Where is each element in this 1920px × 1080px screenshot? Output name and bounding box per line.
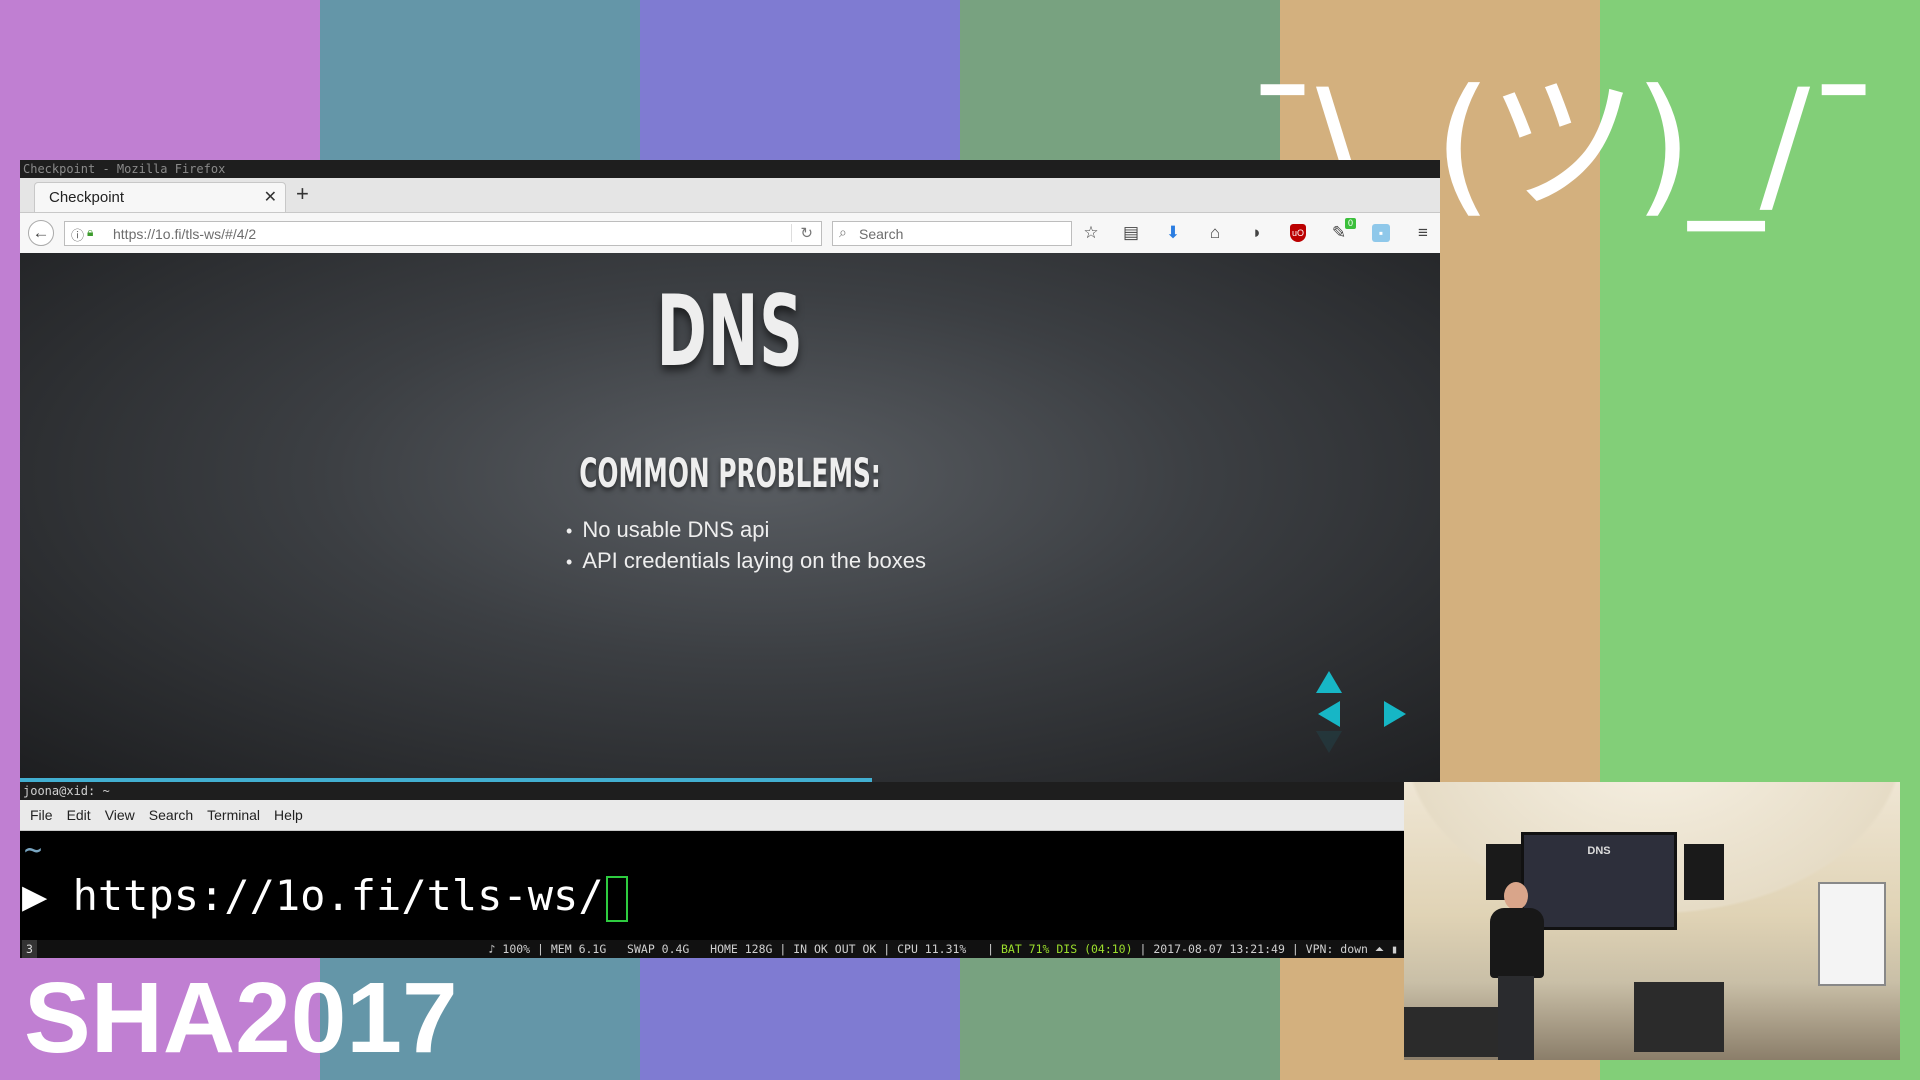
info-icon[interactable]: ⓘ xyxy=(71,225,84,244)
url-bar[interactable]: ⓘ 🔒︎ https://1o.fi/tls-ws/#/4/2 ↻ xyxy=(64,221,822,246)
menu-file[interactable]: File xyxy=(30,807,53,823)
status-datetime: 2017-08-07 13:21:49 xyxy=(1153,942,1285,956)
system-statusbar: 3 ♪ 100% | MEM 6.1G SWAP 0.4G HOME 128G … xyxy=(20,940,1404,958)
status-items: ♪ 100% | MEM 6.1G SWAP 0.4G HOME 128G | … xyxy=(488,942,1398,956)
close-tab-icon[interactable]: ✕ xyxy=(264,187,277,207)
menu-edit[interactable]: Edit xyxy=(67,807,91,823)
presenter-legs xyxy=(1498,976,1534,1060)
command-line[interactable]: ▶ https://1o.fi/tls-ws/ xyxy=(22,871,628,922)
url-text[interactable]: https://1o.fi/tls-ws/#/4/2 xyxy=(113,226,256,242)
terminal-menubar: File Edit View Search Terminal Help xyxy=(20,800,1404,831)
workspace-indicator[interactable]: 3 xyxy=(22,940,37,958)
search-icon: ⌕ xyxy=(839,224,847,240)
navigate-up-icon[interactable] xyxy=(1316,671,1342,693)
slide-subtitle: COMMON PROBLEMS: xyxy=(579,451,881,497)
tab-bar: Checkpoint ✕ + xyxy=(20,178,1440,213)
navigation-toolbar: ← ⓘ 🔒︎ https://1o.fi/tls-ws/#/4/2 ↻ ⌕ Se… xyxy=(20,213,1440,254)
search-placeholder[interactable]: Search xyxy=(859,226,903,242)
screenshot-icon[interactable]: ▪ xyxy=(1372,224,1390,242)
flipchart xyxy=(1818,882,1886,986)
menu-icon[interactable]: ≡ xyxy=(1412,222,1434,244)
ublock-icon[interactable]: uO xyxy=(1290,224,1306,242)
tab-title: Checkpoint xyxy=(49,189,125,206)
projected-slide-title: DNS xyxy=(1587,845,1611,857)
command-text[interactable]: https://1o.fi/tls-ws/ xyxy=(73,871,604,920)
prompt-symbol: ▶ xyxy=(22,871,48,920)
status-home: HOME 128G xyxy=(710,942,773,956)
tab-checkpoint[interactable]: Checkpoint ✕ xyxy=(34,182,286,212)
home-icon[interactable]: ⌂ xyxy=(1204,222,1226,244)
text-cursor xyxy=(605,875,628,922)
slide-title: DNS xyxy=(656,275,804,389)
bullet-list: No usable DNS api API credentials laying… xyxy=(566,515,926,577)
presenter-shirt xyxy=(1490,908,1544,978)
status-cpu: CPU 11.31% xyxy=(897,942,967,956)
download-icon[interactable]: ⬇ xyxy=(1162,222,1184,244)
equipment-case xyxy=(1634,982,1724,1052)
status-battery: BAT 71% DIS (04:10) xyxy=(1000,942,1133,956)
bookmark-star-icon[interactable]: ☆ xyxy=(1080,222,1102,244)
current-directory: ~ xyxy=(24,833,43,868)
new-tab-button[interactable]: + xyxy=(296,182,309,206)
presenter-head xyxy=(1504,882,1528,910)
status-memory: MEM 6.1G xyxy=(550,942,607,956)
navigate-down-icon[interactable] xyxy=(1316,731,1342,753)
terminal-output[interactable]: ~ ▶ https://1o.fi/tls-ws/ xyxy=(20,831,1404,941)
menu-help[interactable]: Help xyxy=(274,807,303,823)
extension-badge: 0 xyxy=(1344,218,1356,229)
status-volume: ♪ 100% xyxy=(488,942,531,956)
search-bar[interactable]: ⌕ Search xyxy=(832,221,1072,246)
presenter xyxy=(1488,882,1548,1060)
menu-search[interactable]: Search xyxy=(149,807,193,823)
reload-icon[interactable]: ↻ xyxy=(791,224,813,242)
navigate-right-icon[interactable] xyxy=(1384,701,1406,727)
terminal-titlebar: joona@xid: ~ xyxy=(20,782,1404,800)
speaker-cabinet xyxy=(1684,844,1724,900)
status-network: IN OK OUT OK xyxy=(793,942,877,956)
bullet-item: No usable DNS api xyxy=(566,515,926,546)
signal-icon: ▮ xyxy=(1391,942,1398,956)
firefox-window: Checkpoint - Mozilla Firefox Checkpoint … xyxy=(20,160,1440,782)
network-icon: ⏶ xyxy=(1374,942,1385,956)
extension-icon[interactable]: ✎ 0 xyxy=(1328,218,1356,244)
navigate-left-icon[interactable] xyxy=(1318,701,1340,727)
menu-terminal[interactable]: Terminal xyxy=(207,807,260,823)
pocket-icon[interactable]: ◗ xyxy=(1246,222,1268,244)
terminal-window: joona@xid: ~ File Edit View Search Termi… xyxy=(20,782,1404,958)
reading-list-icon[interactable]: ▤ xyxy=(1120,222,1142,244)
webcam-feed: DNS xyxy=(1404,782,1900,1060)
window-titlebar: Checkpoint - Mozilla Firefox xyxy=(20,160,1440,178)
status-swap: SWAP 0.4G xyxy=(627,942,690,956)
lock-icon: 🔒︎ xyxy=(87,225,94,239)
slide-content: DNS COMMON PROBLEMS: No usable DNS api A… xyxy=(20,253,1440,782)
bullet-item: API credentials laying on the boxes xyxy=(566,546,926,577)
menu-view[interactable]: View xyxy=(105,807,135,823)
event-logo-text: SHA2017 xyxy=(24,962,458,1074)
back-button[interactable]: ← xyxy=(28,220,54,246)
status-vpn: VPN: down xyxy=(1305,942,1368,956)
